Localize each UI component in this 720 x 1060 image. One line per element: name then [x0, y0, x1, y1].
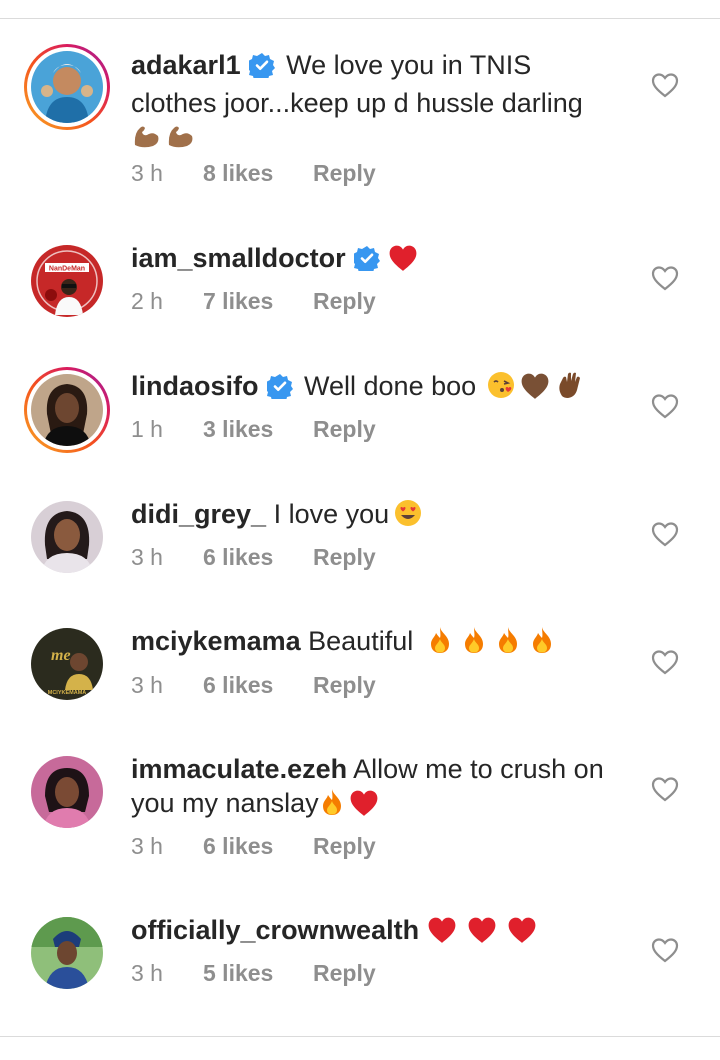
verified-badge-icon — [351, 245, 380, 279]
bottom-divider — [0, 1036, 720, 1037]
avatar-story-ring[interactable] — [24, 367, 110, 453]
avatar-container[interactable] — [24, 749, 110, 835]
red-heart-icon — [427, 916, 457, 952]
comment-body: immaculate.ezeh Allow me to crush on you… — [131, 752, 631, 825]
avatar-container[interactable] — [24, 910, 110, 996]
comment-body: officially_crownwealth — [131, 913, 631, 952]
like-heart-icon[interactable] — [651, 393, 679, 419]
svg-text:me: me — [51, 647, 71, 664]
avatar-container[interactable]: NanDeMan — [24, 238, 110, 324]
avatar[interactable] — [31, 51, 103, 123]
like-heart-icon[interactable] — [651, 649, 679, 675]
avatar[interactable]: NanDeMan — [31, 245, 103, 317]
likes-count[interactable]: 6 likes — [203, 833, 313, 860]
avatar-label-text: MCIYKEMAMA — [48, 690, 87, 696]
comment-time: 2 h — [131, 288, 163, 314]
red-heart-icon — [467, 916, 497, 952]
fire-icon — [461, 625, 487, 663]
reply-button[interactable]: Reply — [313, 416, 376, 443]
heart-eyes-icon — [393, 498, 423, 536]
like-heart-icon[interactable] — [651, 937, 679, 963]
comment-body: mciykemama Beautiful — [131, 624, 631, 663]
fire-icon — [495, 625, 521, 663]
face-blowing-kiss-icon — [486, 370, 516, 408]
reply-button[interactable]: Reply — [313, 544, 376, 571]
fire-icon — [529, 625, 555, 663]
top-divider — [0, 18, 720, 19]
likes-count[interactable]: 8 likes — [203, 160, 313, 187]
likes-count[interactable]: 3 likes — [203, 416, 313, 443]
comment-meta: 3 h 6 likes Reply — [131, 833, 376, 860]
comment-time: 3 h — [131, 160, 163, 186]
avatar-label-text: NanDeMan — [49, 266, 85, 273]
comment-body: didi_grey_ I love you — [131, 497, 631, 536]
comment-meta: 3 h 8 likes Reply — [131, 160, 376, 187]
reply-button[interactable]: Reply — [313, 833, 376, 860]
comment-meta: 2 h 7 likes Reply — [131, 288, 376, 315]
avatar[interactable] — [31, 917, 103, 989]
reply-button[interactable]: Reply — [313, 672, 376, 699]
comment-time: 3 h — [131, 672, 163, 698]
avatar-container[interactable] — [24, 494, 110, 580]
reply-button[interactable]: Reply — [313, 960, 376, 987]
comment-username[interactable]: adakarl1 — [131, 50, 241, 80]
brown-heart-icon — [520, 372, 550, 408]
comment-meta: 3 h 6 likes Reply — [131, 672, 376, 699]
comment-username[interactable]: didi_grey_ — [131, 499, 266, 529]
waving-hand-icon — [554, 370, 584, 408]
comment-body: lindaosifo Well done boo — [131, 369, 631, 408]
like-heart-icon[interactable] — [651, 521, 679, 547]
comment-text: I love you — [273, 499, 390, 529]
flexed-biceps-icon — [165, 121, 195, 159]
likes-count[interactable]: 6 likes — [203, 672, 313, 699]
comment-body: iam_smalldoctor — [131, 241, 631, 280]
comment-text-line: you my nanslay — [131, 788, 319, 818]
verified-badge-icon — [246, 52, 275, 86]
comment-body: adakarl1 We love you in TNIS clothes joo… — [131, 48, 631, 159]
comment-username[interactable]: immaculate.ezeh — [131, 754, 347, 784]
fire-icon — [427, 625, 453, 663]
red-heart-icon — [507, 916, 537, 952]
likes-count[interactable]: 5 likes — [203, 960, 313, 987]
comment-username[interactable]: lindaosifo — [131, 371, 259, 401]
verified-badge-icon — [264, 373, 293, 407]
red-heart-icon — [349, 789, 379, 825]
likes-count[interactable]: 6 likes — [203, 544, 313, 571]
avatar-container[interactable]: me MCIYKEMAMA — [24, 621, 110, 707]
avatar[interactable] — [31, 374, 103, 446]
comment-meta: 3 h 5 likes Reply — [131, 960, 376, 987]
comment-time: 1 h — [131, 416, 163, 442]
like-heart-icon[interactable] — [651, 265, 679, 291]
comment-text-line: Allow me to crush on — [353, 754, 604, 784]
comment-username[interactable]: officially_crownwealth — [131, 915, 419, 945]
comment-text-line: We love you in TNIS — [286, 50, 532, 80]
comment-meta: 3 h 6 likes Reply — [131, 544, 376, 571]
comment-text: Beautiful — [308, 626, 414, 656]
red-heart-icon — [388, 244, 418, 280]
comment-time: 3 h — [131, 833, 163, 859]
avatar[interactable] — [31, 756, 103, 828]
comment-meta: 1 h 3 likes Reply — [131, 416, 376, 443]
like-heart-icon[interactable] — [651, 72, 679, 98]
comment-time: 3 h — [131, 960, 163, 986]
avatar-story-ring[interactable] — [24, 44, 110, 130]
comment-text: Well done boo — [304, 371, 477, 401]
comment-text-line: clothes joor...keep up d hussle darling — [131, 88, 583, 118]
reply-button[interactable]: Reply — [313, 160, 376, 187]
comment-username[interactable]: mciykemama — [131, 626, 301, 656]
comment-username[interactable]: iam_smalldoctor — [131, 243, 346, 273]
like-heart-icon[interactable] — [651, 776, 679, 802]
flexed-biceps-icon — [131, 121, 161, 159]
reply-button[interactable]: Reply — [313, 288, 376, 315]
avatar[interactable]: me MCIYKEMAMA — [31, 628, 103, 700]
fire-icon — [319, 787, 345, 825]
comment-time: 3 h — [131, 544, 163, 570]
avatar[interactable] — [31, 501, 103, 573]
likes-count[interactable]: 7 likes — [203, 288, 313, 315]
